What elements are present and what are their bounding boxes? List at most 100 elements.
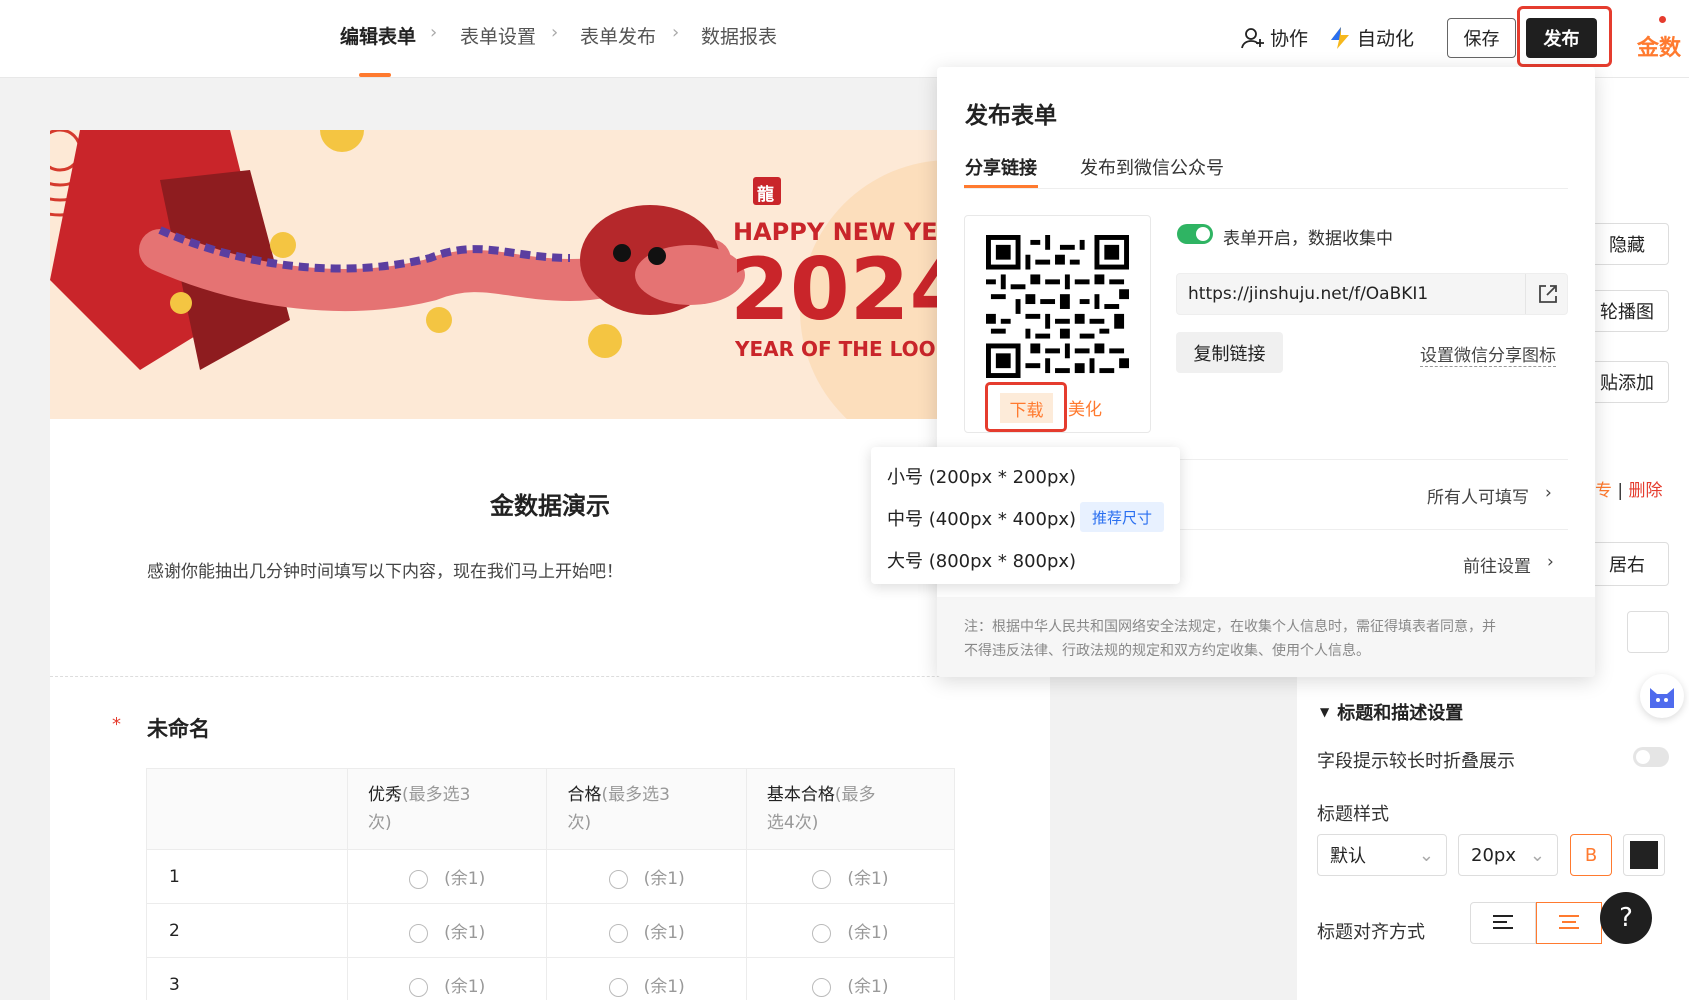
title-color-picker[interactable]	[1623, 834, 1665, 876]
align-center-button[interactable]	[1536, 902, 1602, 944]
form-description[interactable]: 感谢你能抽出几分钟时间填写以下内容，现在我们马上开始吧！	[147, 557, 623, 582]
chevron-right-icon: ›	[1545, 483, 1552, 503]
matrix-radio-cell[interactable]: (余1)	[546, 957, 747, 1000]
publish-highlight-box	[1517, 6, 1612, 67]
section-divider	[50, 676, 1050, 677]
privacy-note-line2: 不得违反法律、行政法规的规定和双方约定收集、使用个人信息。	[964, 643, 1370, 659]
cat-mascot-icon	[1650, 688, 1674, 708]
step-form-publish[interactable]: 表单发布	[580, 22, 656, 49]
matrix-radio-cell[interactable]: (余1)	[745, 957, 956, 1000]
align-left-icon	[1493, 915, 1513, 929]
title-style-select[interactable]: 默认 ⌄	[1317, 834, 1447, 876]
matrix-row-label: 1	[146, 849, 348, 904]
chevron-right-icon: ›	[430, 22, 438, 43]
matrix-radio-cell[interactable]: (余1)	[346, 849, 548, 904]
dragon-seal-char: 龍	[757, 185, 774, 205]
collab-label: 协作	[1270, 28, 1309, 50]
delete-link[interactable]: 删除	[1629, 481, 1663, 501]
wechat-share-icon-link[interactable]: 设置微信分享图标	[1420, 341, 1556, 367]
caret-down-icon: ▼	[1320, 705, 1330, 719]
step-data-report[interactable]: 数据报表	[701, 22, 777, 49]
matrix-question-table: 优秀(最多选3 次) 合格(最多选3 次) 基本合格(最多 选4次) 1 (余1) (…	[146, 768, 956, 1000]
question-title[interactable]: 未命名	[147, 713, 210, 743]
color-swatch[interactable]	[1627, 611, 1669, 653]
carousel-button[interactable]: 轮播图	[1585, 290, 1669, 332]
save-button[interactable]: 保存	[1447, 18, 1516, 58]
font-size-select[interactable]: 20px ⌄	[1458, 834, 1558, 876]
matrix-radio-cell[interactable]: (余1)	[346, 903, 548, 958]
share-url-text: https://jinshuju.net/f/OaBKI1	[1188, 284, 1429, 304]
matrix-row-label: 3	[146, 957, 348, 1000]
chevron-right-icon: ›	[672, 22, 680, 43]
title-style-label: 标题样式	[1317, 804, 1389, 825]
lightning-icon	[1331, 26, 1349, 49]
help-button[interactable]: ?	[1600, 892, 1652, 944]
color-swatch-fill	[1630, 841, 1658, 869]
fill-permission-text: 所有人可填写	[1427, 488, 1529, 508]
hide-button[interactable]: 隐藏	[1585, 223, 1669, 265]
radio-button[interactable]	[608, 923, 628, 943]
banner-year: 2024	[730, 240, 938, 340]
assistant-avatar[interactable]	[1640, 674, 1684, 718]
open-link-icon[interactable]	[1537, 283, 1559, 305]
collab-button[interactable]: 协作	[1240, 24, 1308, 51]
align-right-button[interactable]: 居右	[1585, 542, 1669, 586]
brand-logo[interactable]: 金数	[1637, 30, 1681, 62]
size-option-medium[interactable]: 中号 (400px * 400px)	[887, 505, 1076, 531]
radio-button[interactable]	[409, 977, 429, 997]
qr-code-image	[986, 235, 1129, 378]
notification-dot	[1659, 16, 1666, 23]
matrix-column-header: 优秀(最多选3 次)	[346, 768, 548, 850]
matrix-column-header: 合格(最多选3 次)	[546, 768, 747, 850]
copy-link-button[interactable]: 复制链接	[1176, 332, 1283, 373]
add-user-icon	[1241, 27, 1264, 48]
download-highlight-box	[985, 382, 1067, 432]
matrix-radio-cell[interactable]: (余1)	[346, 957, 548, 1000]
tab-publish-wechat[interactable]: 发布到微信公众号	[1080, 154, 1224, 180]
table-row: 2 (余1) (余1) (余1)	[146, 903, 956, 958]
beautify-qr-link[interactable]: 美化	[1068, 395, 1102, 420]
table-row: 3 (余1) (余1) (余1)	[146, 957, 956, 1000]
matrix-radio-cell[interactable]: (余1)	[546, 849, 747, 904]
radio-button[interactable]	[812, 977, 832, 997]
matrix-column-header: 基本合格(最多 选4次)	[745, 768, 956, 850]
radio-button[interactable]	[812, 869, 832, 889]
chevron-down-icon: ⌄	[1529, 844, 1545, 866]
toggle-knob	[1636, 750, 1650, 764]
section-title: 标题和描述设置	[1337, 703, 1464, 724]
transfer-delete-links: 专 | 删除	[1595, 481, 1663, 501]
chevron-down-icon: ⌄	[1418, 844, 1434, 866]
collapse-hint-label: 字段提示较长时折叠展示	[1317, 751, 1515, 772]
align-left-button[interactable]	[1470, 902, 1536, 944]
size-option-small[interactable]: 小号 (200px * 200px)	[887, 463, 1076, 489]
radio-button[interactable]	[409, 923, 429, 943]
banner-year-of-the-loong: YEAR OF THE LOON	[735, 337, 938, 361]
step-form-settings[interactable]: 表单设置	[460, 22, 536, 49]
title-desc-settings-header[interactable]: ▼ 标题和描述设置	[1320, 699, 1463, 725]
font-size-value: 20px	[1471, 844, 1516, 866]
privacy-note-line1: 注：根据中华人民共和国网络安全法规定，在收集个人信息时，需征得填表者同意，并	[964, 619, 1496, 635]
table-row: 1 (余1) (余1) (余1)	[146, 849, 956, 904]
matrix-radio-cell[interactable]: (余1)	[546, 903, 747, 958]
matrix-row-label: 2	[146, 903, 348, 958]
radio-button[interactable]	[812, 923, 832, 943]
bold-toggle[interactable]: B	[1570, 834, 1612, 876]
url-field-divider	[1525, 274, 1526, 314]
automation-button[interactable]: 自动化	[1329, 24, 1414, 51]
matrix-radio-cell[interactable]: (余1)	[745, 849, 956, 904]
fill-permission-row[interactable]: 所有人可填写 ›	[1427, 483, 1552, 508]
paste-add-button[interactable]: 贴添加	[1585, 361, 1669, 403]
tab-share-link[interactable]: 分享链接	[965, 154, 1037, 180]
privacy-note: 注：根据中华人民共和国网络安全法规定，在收集个人信息时，需征得填表者同意，并 不…	[964, 615, 1568, 663]
transfer-link[interactable]: 专	[1595, 481, 1612, 501]
form-open-toggle[interactable]	[1177, 224, 1213, 244]
matrix-radio-cell[interactable]: (余1)	[745, 903, 956, 958]
goto-settings-row[interactable]: 前往设置 ›	[1463, 552, 1554, 577]
step-edit-form[interactable]: 编辑表单	[340, 22, 416, 49]
size-option-large[interactable]: 大号 (800px * 800px)	[887, 547, 1076, 573]
radio-button[interactable]	[608, 977, 628, 997]
radio-button[interactable]	[608, 869, 628, 889]
matrix-corner-cell	[146, 768, 348, 850]
radio-button[interactable]	[409, 869, 429, 889]
collapse-toggle[interactable]	[1633, 747, 1669, 767]
